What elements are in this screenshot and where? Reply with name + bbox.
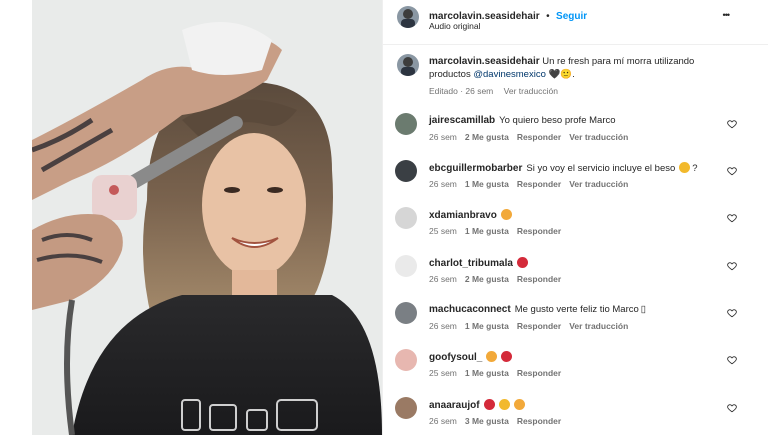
comment-text: Si yo voy el servicio incluye el beso (526, 163, 676, 174)
emoji-icon (516, 257, 528, 268)
like-heart-icon[interactable] (727, 355, 737, 365)
separator-dot: • (546, 11, 550, 22)
comment-avatar[interactable] (395, 349, 417, 371)
comment-username[interactable]: charlot_tribumala (429, 258, 513, 269)
comment-item: ebcguillermobarber Si yo voy el servicio … (383, 160, 768, 204)
comment-likes[interactable]: 1 Me gusta (465, 368, 509, 378)
comment-time: 26 sem (429, 416, 457, 426)
comment-suffix: ▯ (640, 304, 647, 315)
comment-time: 26 sem (429, 274, 457, 284)
translate-button[interactable]: Ver traducción (569, 321, 628, 331)
emoji-icon (501, 351, 513, 362)
caption-translate[interactable]: Ver traducción (504, 86, 558, 96)
emoji-icon (500, 209, 512, 220)
more-options-icon[interactable]: ••• (723, 10, 731, 20)
reply-button[interactable]: Responder (517, 274, 561, 284)
avatar-image (401, 57, 415, 76)
like-heart-icon[interactable] (727, 166, 737, 176)
emoji-icon (483, 399, 495, 410)
comment-likes[interactable]: 1 Me gusta (465, 321, 509, 331)
reply-button[interactable]: Responder (517, 368, 561, 378)
emoji-icon (498, 399, 510, 410)
comment-item: xdamianbravo 25 sem 1 Me gusta Responder (383, 207, 768, 251)
caption-text-1: Un re fresh para mí morra utilizando (542, 56, 695, 67)
emoji-icon (513, 399, 525, 410)
comment-username[interactable]: jairescamillab (429, 115, 495, 126)
reply-button[interactable]: Responder (517, 226, 561, 236)
like-heart-icon[interactable] (727, 261, 737, 271)
reply-button[interactable]: Responder (517, 179, 561, 189)
comment-likes[interactable]: 1 Me gusta (465, 226, 509, 236)
comment-username[interactable]: xdamianbravo (429, 210, 497, 221)
comment-time: 25 sem (429, 226, 457, 236)
like-heart-icon[interactable] (727, 403, 737, 413)
comment-avatar[interactable] (395, 113, 417, 135)
emoji-icon (486, 351, 498, 362)
comment-username[interactable]: anaaraujof (429, 400, 480, 411)
author-avatar[interactable] (397, 6, 419, 28)
like-heart-icon[interactable] (727, 119, 737, 129)
reply-button[interactable]: Responder (517, 132, 561, 142)
comment-avatar[interactable] (395, 255, 417, 277)
follow-button[interactable]: Seguir (556, 11, 587, 22)
comment-avatar[interactable] (395, 302, 417, 324)
audio-label[interactable]: Audio original (429, 21, 481, 31)
post-photo[interactable] (32, 0, 382, 435)
comment-item: jairescamillab Yo quiero beso profe Marco… (383, 113, 768, 157)
post-header: marcolavin.seasidehair • Seguir Audio or… (383, 0, 768, 45)
comment-item: machucaconnect Me gusto verte feliz tio M… (383, 302, 768, 346)
comment-item: anaaraujof 26 sem 3 Me gusta Responder (383, 397, 768, 441)
comment-avatar[interactable] (395, 160, 417, 182)
comment-time: 25 sem (429, 368, 457, 378)
caption-text-2: productos (429, 69, 471, 80)
comment-time: 26 sem (429, 179, 457, 189)
translate-button[interactable]: Ver traducción (569, 132, 628, 142)
comment-likes[interactable]: 2 Me gusta (465, 274, 509, 284)
like-heart-icon[interactable] (727, 213, 737, 223)
comment-username[interactable]: goofysoul_ (429, 352, 482, 363)
comments-panel: marcolavin.seasidehair • Seguir Audio or… (382, 0, 768, 435)
comment-time: 26 sem (429, 132, 457, 142)
caption-mention[interactable]: @davinesmexico (473, 69, 545, 80)
photo-illustration (32, 0, 382, 435)
comment-suffix: ? (692, 163, 698, 174)
emoji-icon (679, 162, 691, 173)
caption-username[interactable]: marcolavin.seasidehair (429, 56, 540, 67)
caption-meta: Editado · 26 sem (429, 86, 494, 96)
caption-text-3: 🖤🙂. (548, 69, 575, 80)
comment-time: 26 sem (429, 321, 457, 331)
avatar-image (401, 9, 415, 28)
comment-item: charlot_tribumala 26 sem 2 Me gusta Respond… (383, 255, 768, 299)
comment-likes[interactable]: 2 Me gusta (465, 132, 509, 142)
reply-button[interactable]: Responder (517, 321, 561, 331)
comment-avatar[interactable] (395, 397, 417, 419)
comment-username[interactable]: machucaconnect (429, 304, 511, 315)
comment-text: Yo quiero beso profe Marco (499, 115, 616, 126)
caption-avatar[interactable] (397, 54, 419, 76)
comment-username[interactable]: ebcguillermobarber (429, 163, 522, 174)
comment-likes[interactable]: 3 Me gusta (465, 416, 509, 426)
translate-button[interactable]: Ver traducción (569, 179, 628, 189)
like-heart-icon[interactable] (727, 308, 737, 318)
comment-likes[interactable]: 1 Me gusta (465, 179, 509, 189)
comment-item: goofysoul_ 25 sem 1 Me gusta Responder (383, 349, 768, 393)
comment-avatar[interactable] (395, 207, 417, 229)
comment-text: Me gusto verte feliz tio Marco (514, 304, 639, 315)
caption: marcolavin.seasidehair Un re fresh para … (383, 52, 768, 98)
reply-button[interactable]: Responder (517, 416, 561, 426)
